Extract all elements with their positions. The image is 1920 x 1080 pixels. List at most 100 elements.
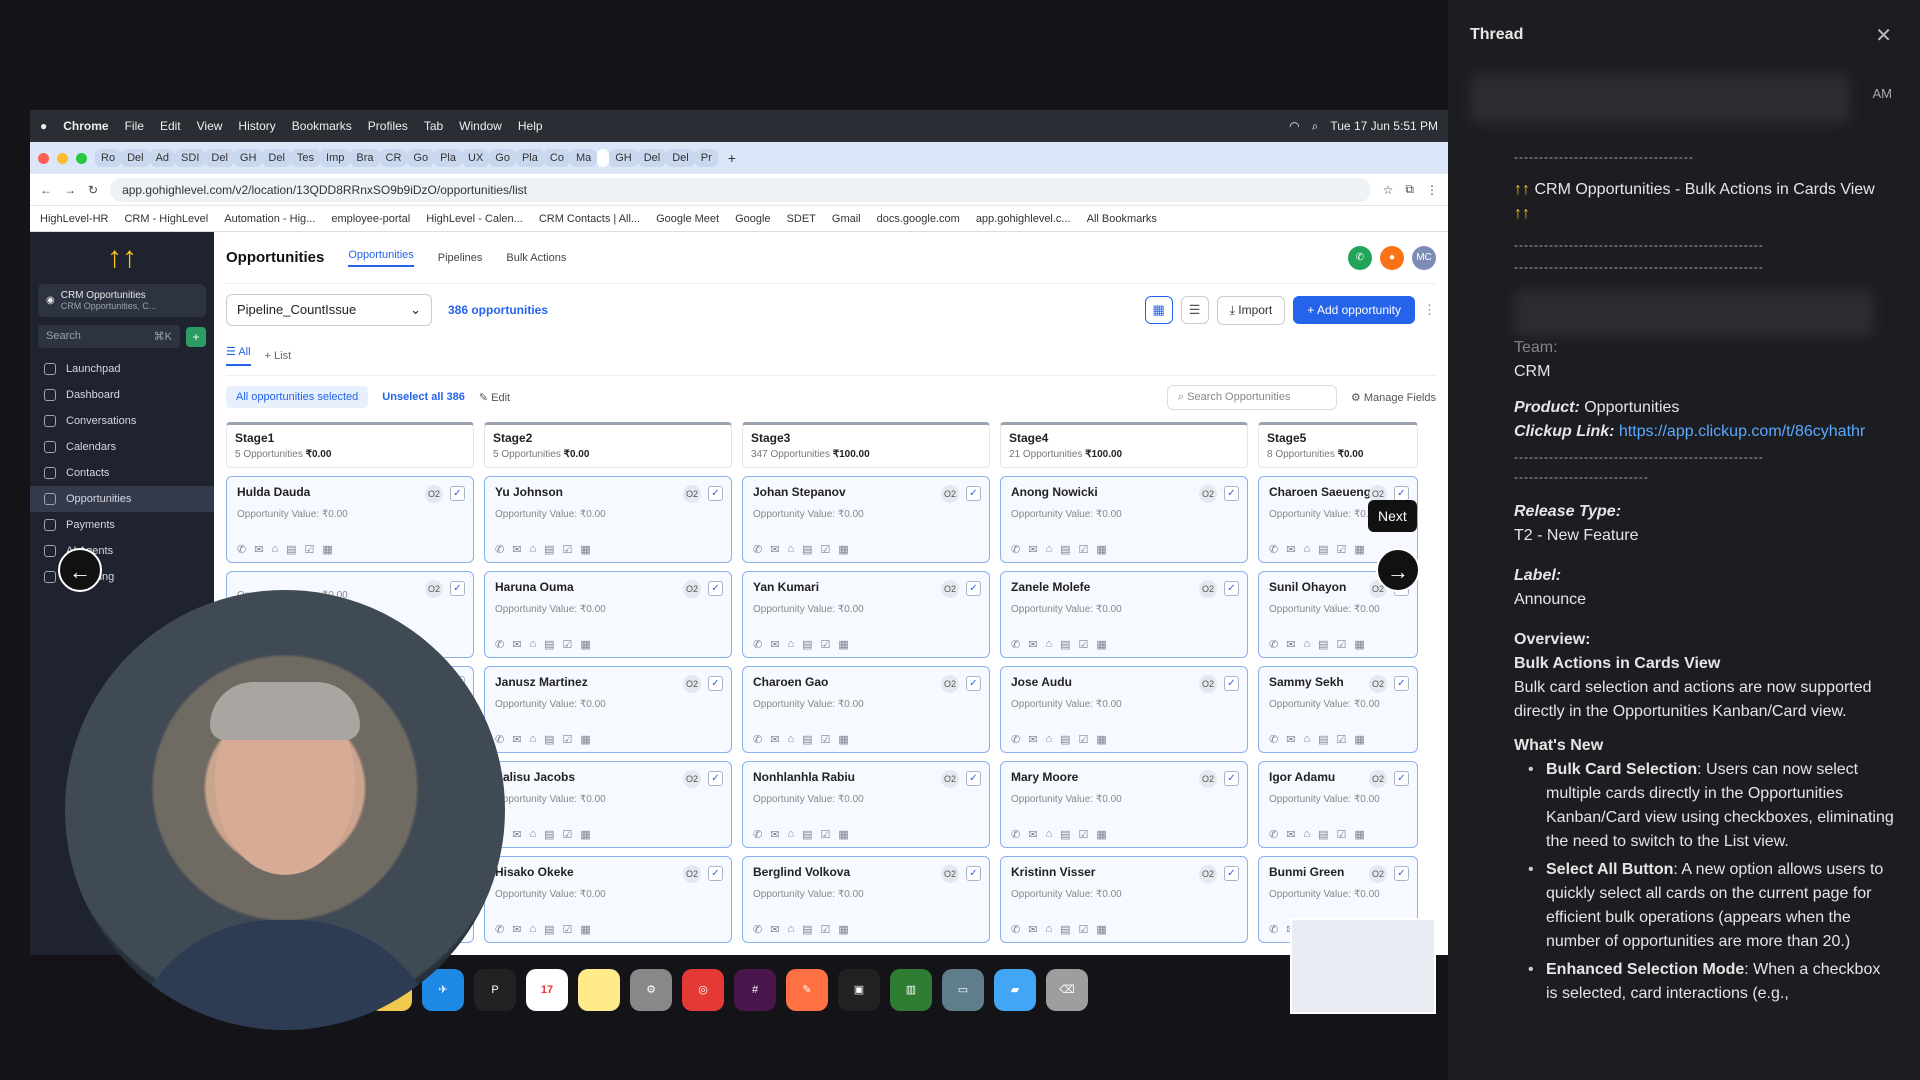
calendar-icon[interactable]: ▦ bbox=[1354, 828, 1364, 841]
tag-icon[interactable]: ⌂ bbox=[787, 638, 794, 651]
task-icon[interactable]: ☑ bbox=[563, 733, 573, 746]
owner-badge[interactable]: O2 bbox=[683, 485, 701, 503]
numbers-app-icon[interactable]: ▥ bbox=[890, 969, 932, 1011]
task-icon[interactable]: ☑ bbox=[821, 923, 831, 936]
bookmark-item[interactable]: HighLevel-HR bbox=[40, 213, 108, 225]
browser-tab[interactable]: Go bbox=[407, 149, 435, 167]
quick-add-button[interactable]: + bbox=[186, 326, 206, 347]
note-icon[interactable]: ▤ bbox=[544, 828, 554, 841]
browser-tab[interactable]: Go bbox=[489, 149, 516, 167]
message-icon[interactable]: ✉ bbox=[512, 828, 521, 841]
opportunity-card[interactable]: Johan Stepanov Opportunity Value: ₹0.00 O2… bbox=[742, 476, 990, 563]
browser-tab[interactable]: UX bbox=[462, 149, 490, 167]
bookmark-item[interactable]: CRM Contacts | All... bbox=[539, 213, 640, 225]
minimize-window-icon[interactable] bbox=[57, 152, 68, 164]
note-icon[interactable]: ▤ bbox=[802, 543, 812, 556]
pen-app-icon[interactable]: ✎ bbox=[786, 969, 828, 1011]
task-icon[interactable]: ☑ bbox=[821, 638, 831, 651]
note-icon[interactable]: ▤ bbox=[802, 923, 812, 936]
browser-tab[interactable]: Bra bbox=[350, 149, 380, 167]
bookmark-item[interactable]: All Bookmarks bbox=[1087, 213, 1157, 225]
add-opportunity-button[interactable]: + Add opportunity bbox=[1293, 296, 1415, 324]
browser-tab[interactable]: Ma bbox=[569, 149, 598, 167]
browser-tab[interactable]: Imp bbox=[320, 149, 351, 167]
menu-profiles[interactable]: Profiles bbox=[368, 119, 408, 133]
phone-icon[interactable]: ✆ bbox=[753, 543, 762, 556]
owner-badge[interactable]: O2 bbox=[1199, 675, 1217, 693]
message-icon[interactable]: ✉ bbox=[1286, 638, 1295, 651]
phone-icon[interactable]: ✆ bbox=[1011, 638, 1020, 651]
phone-icon[interactable]: ✆ bbox=[1269, 638, 1278, 651]
phone-icon[interactable]: ✆ bbox=[1269, 543, 1278, 556]
message-icon[interactable]: ✉ bbox=[1286, 828, 1295, 841]
task-icon[interactable]: ☑ bbox=[1079, 828, 1089, 841]
message-icon[interactable]: ✉ bbox=[770, 828, 779, 841]
bookmark-item[interactable]: Google bbox=[735, 213, 770, 225]
calendar-icon[interactable]: ▦ bbox=[580, 638, 590, 651]
bookmark-item[interactable]: Google Meet bbox=[656, 213, 719, 225]
cube-app-icon[interactable]: ▣ bbox=[838, 969, 880, 1011]
opportunity-card[interactable]: Hisako Okeke Opportunity Value: ₹0.00 O2 ✓ ✆… bbox=[484, 856, 732, 943]
menu-view[interactable]: View bbox=[197, 119, 223, 133]
calendar-icon[interactable]: ▦ bbox=[322, 543, 332, 556]
card-checkbox[interactable]: ✓ bbox=[1394, 676, 1409, 691]
task-icon[interactable]: ☑ bbox=[1079, 733, 1089, 746]
tab-bulk-actions[interactable]: Bulk Actions bbox=[506, 252, 566, 264]
tag-icon[interactable]: ⌂ bbox=[1303, 543, 1310, 556]
browser-tab[interactable]: Pr bbox=[694, 149, 718, 167]
task-icon[interactable]: ☑ bbox=[1337, 638, 1347, 651]
tag-icon[interactable]: ⌂ bbox=[529, 733, 536, 746]
trash-icon[interactable]: ⌫ bbox=[1046, 969, 1088, 1011]
screenshot-thumbnail[interactable] bbox=[1290, 918, 1436, 1014]
sidebar-search-input[interactable]: Search ⌘K bbox=[38, 325, 180, 348]
sidebar-item[interactable]: Payments bbox=[30, 512, 214, 538]
notes-p-app-icon[interactable]: P bbox=[474, 969, 516, 1011]
message-icon[interactable]: ✉ bbox=[1028, 543, 1037, 556]
message-icon[interactable]: ✉ bbox=[512, 543, 521, 556]
card-checkbox[interactable]: ✓ bbox=[450, 581, 465, 596]
sidebar-item[interactable]: Contacts bbox=[30, 460, 214, 486]
calendar-icon[interactable]: ▦ bbox=[1354, 638, 1364, 651]
owner-badge[interactable]: O2 bbox=[1369, 770, 1387, 788]
task-icon[interactable]: ☑ bbox=[821, 733, 831, 746]
task-icon[interactable]: ☑ bbox=[563, 638, 573, 651]
message-icon[interactable]: ✉ bbox=[1028, 923, 1037, 936]
calendar-icon[interactable]: ▦ bbox=[1096, 638, 1106, 651]
opportunity-card[interactable]: Jose Audu Opportunity Value: ₹0.00 O2 ✓ ✆ ✉ ⌂ ▤… bbox=[1000, 666, 1248, 753]
opportunity-card[interactable]: Sammy Sekh Opportunity Value: ₹0.00 O2 ✓ ✆ ✉ ⌂… bbox=[1258, 666, 1418, 753]
browser-tab[interactable]: Co bbox=[543, 149, 570, 167]
sidebar-item[interactable]: AI Agents bbox=[30, 538, 214, 564]
card-checkbox[interactable]: ✓ bbox=[966, 486, 981, 501]
owner-badge[interactable]: O2 bbox=[1369, 865, 1387, 883]
owner-badge[interactable]: O2 bbox=[1199, 485, 1217, 503]
star-icon[interactable]: ☆ bbox=[1383, 183, 1394, 197]
tab-opportunities[interactable]: Opportunities bbox=[348, 249, 414, 267]
reload-icon[interactable]: ↻ bbox=[88, 183, 98, 197]
owner-badge[interactable]: O2 bbox=[941, 865, 959, 883]
sidebar-item[interactable]: Launchpad bbox=[30, 356, 214, 382]
browser-tab[interactable]: GH bbox=[233, 149, 263, 167]
opportunity-card[interactable]: Janusz Martinez Opportunity Value: ₹0.00 O… bbox=[484, 666, 732, 753]
tag-icon[interactable]: ⌂ bbox=[529, 638, 536, 651]
browser-tab[interactable]: Pla bbox=[434, 149, 462, 167]
tag-icon[interactable]: ⌂ bbox=[1045, 638, 1052, 651]
note-icon[interactable]: ▤ bbox=[1060, 828, 1070, 841]
message-icon[interactable]: ✉ bbox=[512, 733, 521, 746]
note-icon[interactable]: ▤ bbox=[1318, 543, 1328, 556]
bookmark-item[interactable]: Automation - Hig... bbox=[224, 213, 315, 225]
opportunity-card[interactable]: Berglind Volkova Opportunity Value: ₹0.00… bbox=[742, 856, 990, 943]
owner-badge[interactable]: O2 bbox=[425, 580, 443, 598]
list-view-icon[interactable]: ☰ bbox=[1180, 296, 1209, 324]
card-checkbox[interactable]: ✓ bbox=[1224, 581, 1239, 596]
tag-icon[interactable]: ⌂ bbox=[1303, 828, 1310, 841]
url-field[interactable]: app.gohighlevel.com/v2/location/13QDD8RR… bbox=[110, 177, 1371, 202]
owner-badge[interactable]: O2 bbox=[425, 485, 443, 503]
sidebar-item[interactable]: Conversations bbox=[30, 408, 214, 434]
more-options-icon[interactable]: ⋮ bbox=[1423, 302, 1436, 318]
task-icon[interactable]: ☑ bbox=[1337, 828, 1347, 841]
menu-edit[interactable]: Edit bbox=[160, 119, 181, 133]
bookmark-item[interactable]: SDET bbox=[787, 213, 816, 225]
owner-badge[interactable]: O2 bbox=[683, 770, 701, 788]
message-icon[interactable]: ✉ bbox=[254, 543, 263, 556]
owner-badge[interactable]: O2 bbox=[1199, 865, 1217, 883]
